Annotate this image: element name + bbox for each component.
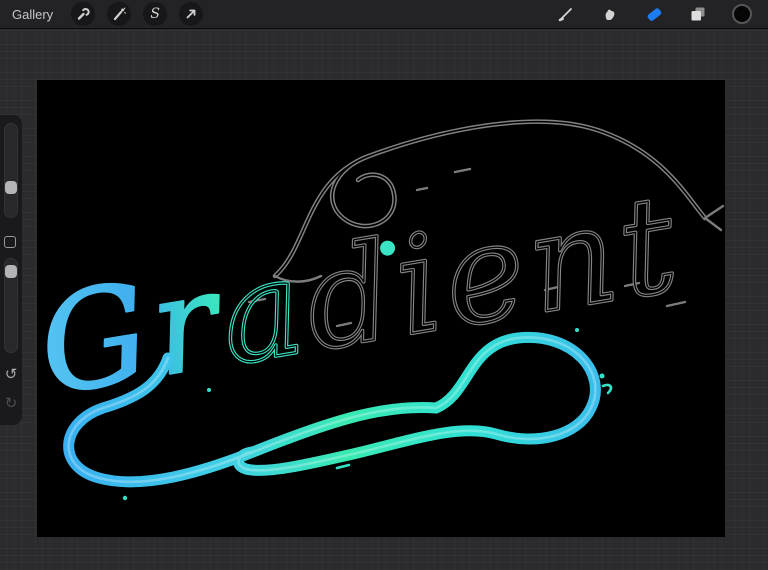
eraser-icon — [647, 8, 662, 21]
opacity-slider[interactable] — [4, 258, 18, 353]
smudge-tool-button[interactable] — [598, 2, 622, 26]
smudge-icon — [605, 9, 615, 20]
selection-button[interactable]: S — [143, 2, 168, 26]
eraser-tool-button[interactable] — [642, 2, 666, 26]
transform-arrow-icon — [186, 9, 196, 19]
color-circle-icon — [732, 4, 752, 24]
layers-button[interactable] — [686, 2, 710, 26]
procreate-app: { "topbar": { "gallery_label": "Gallery"… — [0, 0, 768, 570]
opacity-handle[interactable] — [5, 265, 17, 278]
color-swatch-button[interactable] — [730, 2, 754, 26]
gradient-lettering-artwork: Gradient Gradient — [37, 119, 725, 501]
undo-button[interactable]: ↺ — [0, 367, 22, 382]
gallery-button[interactable]: Gallery — [0, 7, 59, 22]
top-toolbar: Gallery S — [0, 0, 768, 29]
modify-button[interactable] — [4, 236, 16, 248]
actions-button[interactable] — [71, 2, 96, 26]
paint-tools-group — [554, 2, 768, 26]
selection-s-icon: S — [150, 6, 160, 22]
magic-wand-icon — [114, 7, 127, 21]
adjustments-button[interactable] — [107, 2, 132, 26]
brush-icon — [558, 8, 572, 22]
brush-sidebar: ↺ ↻ — [0, 115, 22, 425]
brush-tool-button[interactable] — [554, 2, 578, 26]
transform-button[interactable] — [179, 2, 204, 26]
drawing-canvas[interactable]: Gradient Gradient — [37, 80, 725, 537]
redo-button[interactable]: ↻ — [0, 396, 22, 411]
brush-size-slider[interactable] — [4, 123, 18, 218]
brush-size-handle[interactable] — [5, 181, 17, 194]
wrench-icon — [77, 7, 90, 20]
layers-icon — [691, 7, 705, 21]
